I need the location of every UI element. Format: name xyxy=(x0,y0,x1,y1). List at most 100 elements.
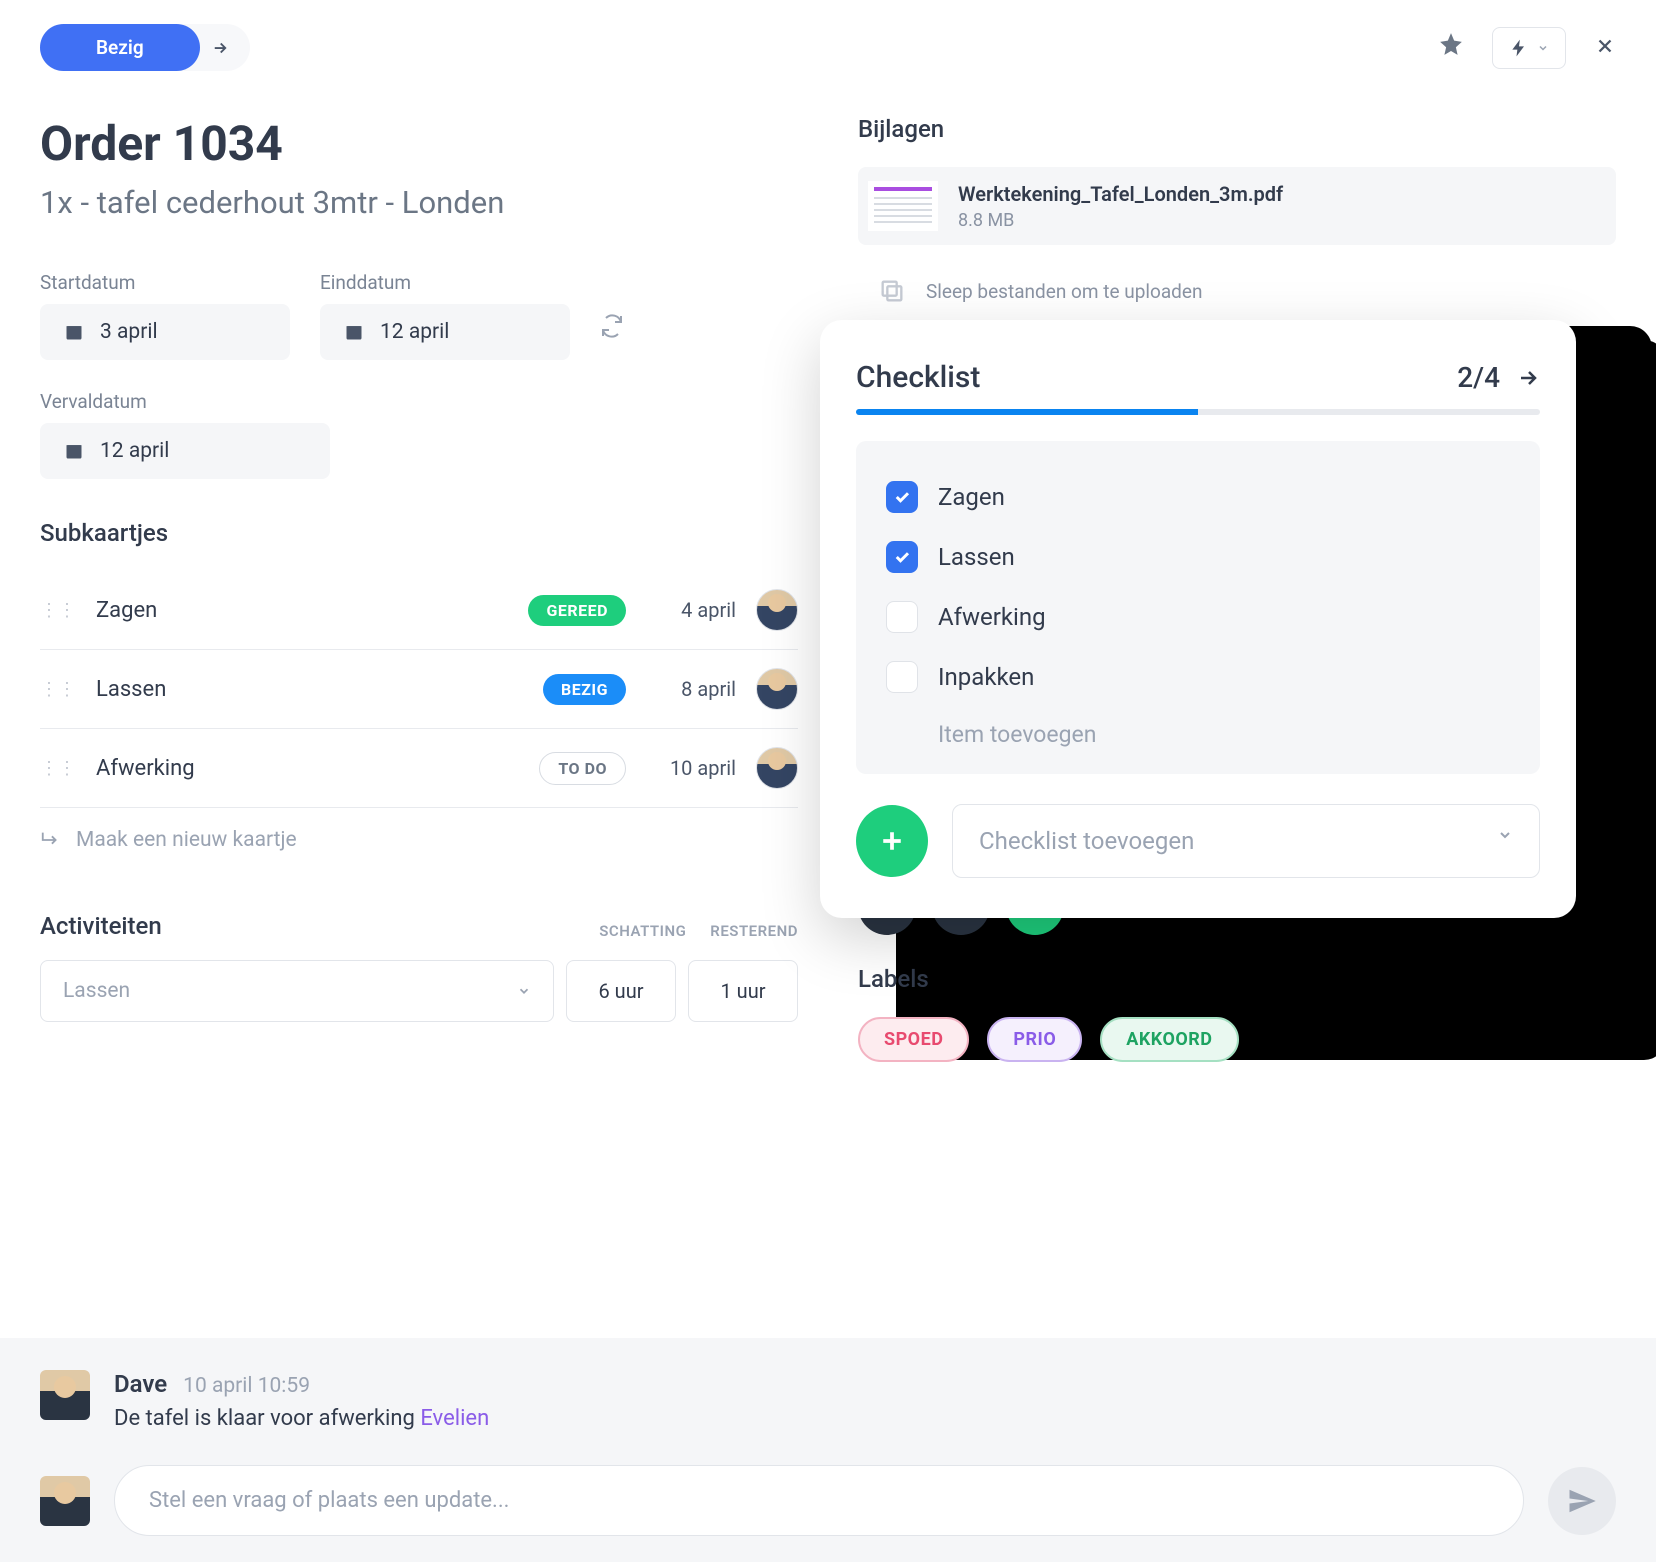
checkbox[interactable] xyxy=(886,601,918,633)
avatar[interactable] xyxy=(40,1476,90,1526)
estimate-input[interactable]: 6 uur xyxy=(566,960,676,1022)
mention[interactable]: Evelien xyxy=(420,1406,489,1431)
attachment-name: Werktekening_Tafel_Londen_3m.pdf xyxy=(958,182,1283,206)
avatar[interactable] xyxy=(756,747,798,789)
subcard-date: 4 april xyxy=(646,598,736,622)
attachment-item[interactable]: Werktekening_Tafel_Londen_3m.pdf 8.8 MB xyxy=(858,167,1616,245)
status-badge: GEREED xyxy=(528,595,626,626)
col-estimate: SCHATTING xyxy=(599,922,686,940)
checklist-item-label: Afwerking xyxy=(938,603,1046,631)
checklist-item-label: Lassen xyxy=(938,543,1015,571)
subcard-name[interactable]: Afwerking xyxy=(96,756,519,781)
status-pill[interactable]: Bezig xyxy=(40,24,200,71)
start-date-input[interactable]: 3 april xyxy=(40,304,290,360)
checklist-count: 2/4 xyxy=(1457,361,1500,394)
grip-icon[interactable]: ⋮⋮ xyxy=(40,600,76,621)
calendar-icon xyxy=(64,441,84,461)
check-icon xyxy=(893,488,911,506)
check-icon xyxy=(893,548,911,566)
upload-hint: Sleep bestanden om te uploaden xyxy=(926,280,1202,303)
label-spoed[interactable]: SPOED xyxy=(858,1017,969,1062)
order-title: Order 1034 xyxy=(40,115,798,172)
remaining-input[interactable]: 1 uur xyxy=(688,960,798,1022)
subcard-name[interactable]: Lassen xyxy=(96,677,523,702)
labels-title: Labels xyxy=(858,965,1616,993)
start-date-label: Startdatum xyxy=(40,271,290,294)
add-checklist-button[interactable] xyxy=(856,805,928,877)
avatar[interactable] xyxy=(756,668,798,710)
arrow-sub-icon xyxy=(40,829,62,851)
checklist-select-placeholder: Checklist toevoegen xyxy=(979,827,1194,855)
close-icon xyxy=(1594,35,1616,57)
checkbox[interactable] xyxy=(886,481,918,513)
subcard-date: 8 april xyxy=(646,677,736,701)
copy-icon xyxy=(878,277,906,305)
compose-input[interactable]: Stel een vraag of plaats een update... xyxy=(114,1465,1524,1536)
calendar-icon xyxy=(64,322,84,342)
end-date-label: Einddatum xyxy=(320,271,570,294)
label-akkoord[interactable]: AKKOORD xyxy=(1100,1017,1238,1062)
subcard-name[interactable]: Zagen xyxy=(96,598,508,623)
grip-icon[interactable]: ⋮⋮ xyxy=(40,758,76,779)
add-checklist-item[interactable]: Item toevoegen xyxy=(886,707,1510,748)
star-icon[interactable] xyxy=(1438,31,1464,64)
end-date-value: 12 april xyxy=(380,320,449,344)
status-advance-button[interactable] xyxy=(200,28,240,68)
document-thumb-icon xyxy=(868,181,938,231)
activities-title: Activiteiten xyxy=(40,912,162,940)
avatar[interactable] xyxy=(40,1370,90,1420)
upload-zone[interactable]: Sleep bestanden om te uploaden xyxy=(858,265,1616,317)
checkbox[interactable] xyxy=(886,541,918,573)
sync-icon xyxy=(600,314,624,338)
attachments-title: Bijlagen xyxy=(858,115,1616,143)
arrow-right-icon[interactable] xyxy=(1516,366,1540,390)
checklist-title: Checklist xyxy=(856,360,980,395)
status-pill-group: Bezig xyxy=(40,24,250,71)
subcard-row[interactable]: ⋮⋮ Lassen BEZIG 8 april xyxy=(40,650,798,729)
grip-icon[interactable]: ⋮⋮ xyxy=(40,679,76,700)
order-subtitle: 1x - tafel cederhout 3mtr - Londen xyxy=(40,184,798,221)
checklist-popover: Checklist 2/4 Zagen Lassen Afwerking Inp… xyxy=(820,320,1576,918)
comment-row: Dave 10 april 10:59 De tafel is klaar vo… xyxy=(40,1370,1616,1431)
comment-text: De tafel is klaar voor afwerking Evelien xyxy=(114,1406,1616,1431)
avatar[interactable] xyxy=(756,589,798,631)
checklist-select[interactable]: Checklist toevoegen xyxy=(952,804,1540,878)
activity-select-value: Lassen xyxy=(63,979,130,1003)
checklist-item-label: Zagen xyxy=(938,483,1005,511)
sync-button[interactable] xyxy=(600,314,624,360)
chevron-down-icon xyxy=(1497,827,1513,843)
plus-icon xyxy=(877,826,907,856)
close-button[interactable] xyxy=(1594,31,1616,64)
comment-time: 10 april 10:59 xyxy=(183,1374,310,1398)
send-icon xyxy=(1567,1486,1597,1516)
bolt-icon xyxy=(1509,38,1529,58)
checkbox[interactable] xyxy=(886,661,918,693)
subcard-row[interactable]: ⋮⋮ Afwerking TO DO 10 april xyxy=(40,729,798,808)
end-date-input[interactable]: 12 april xyxy=(320,304,570,360)
attachment-size: 8.8 MB xyxy=(958,210,1283,231)
actions-menu[interactable] xyxy=(1492,27,1566,69)
checklist-item-label: Inpakken xyxy=(938,663,1034,691)
start-date-value: 3 april xyxy=(100,320,158,344)
new-subcard-button[interactable]: Maak een nieuw kaartje xyxy=(40,828,798,852)
status-badge: BEZIG xyxy=(543,674,626,705)
due-date-label: Vervaldatum xyxy=(40,390,798,413)
label-prio[interactable]: PRIO xyxy=(987,1017,1082,1062)
chevron-down-icon xyxy=(517,984,531,998)
comment-author: Dave xyxy=(114,1370,167,1398)
activity-select[interactable]: Lassen xyxy=(40,960,554,1022)
subcards-title: Subkaartjes xyxy=(40,519,798,547)
subcard-date: 10 april xyxy=(646,756,736,780)
due-date-value: 12 april xyxy=(100,439,169,463)
col-remaining: RESTEREND xyxy=(710,922,798,940)
due-date-input[interactable]: 12 april xyxy=(40,423,330,479)
arrow-right-icon xyxy=(211,39,229,57)
top-bar: Bezig xyxy=(0,0,1656,95)
send-button[interactable] xyxy=(1548,1467,1616,1535)
subcard-row[interactable]: ⋮⋮ Zagen GEREED 4 april xyxy=(40,571,798,650)
chevron-down-icon xyxy=(1537,42,1549,54)
new-subcard-label: Maak een nieuw kaartje xyxy=(76,828,297,852)
status-badge: TO DO xyxy=(539,752,626,785)
checklist-progress xyxy=(856,409,1540,415)
comments-section: Dave 10 april 10:59 De tafel is klaar vo… xyxy=(0,1338,1656,1562)
